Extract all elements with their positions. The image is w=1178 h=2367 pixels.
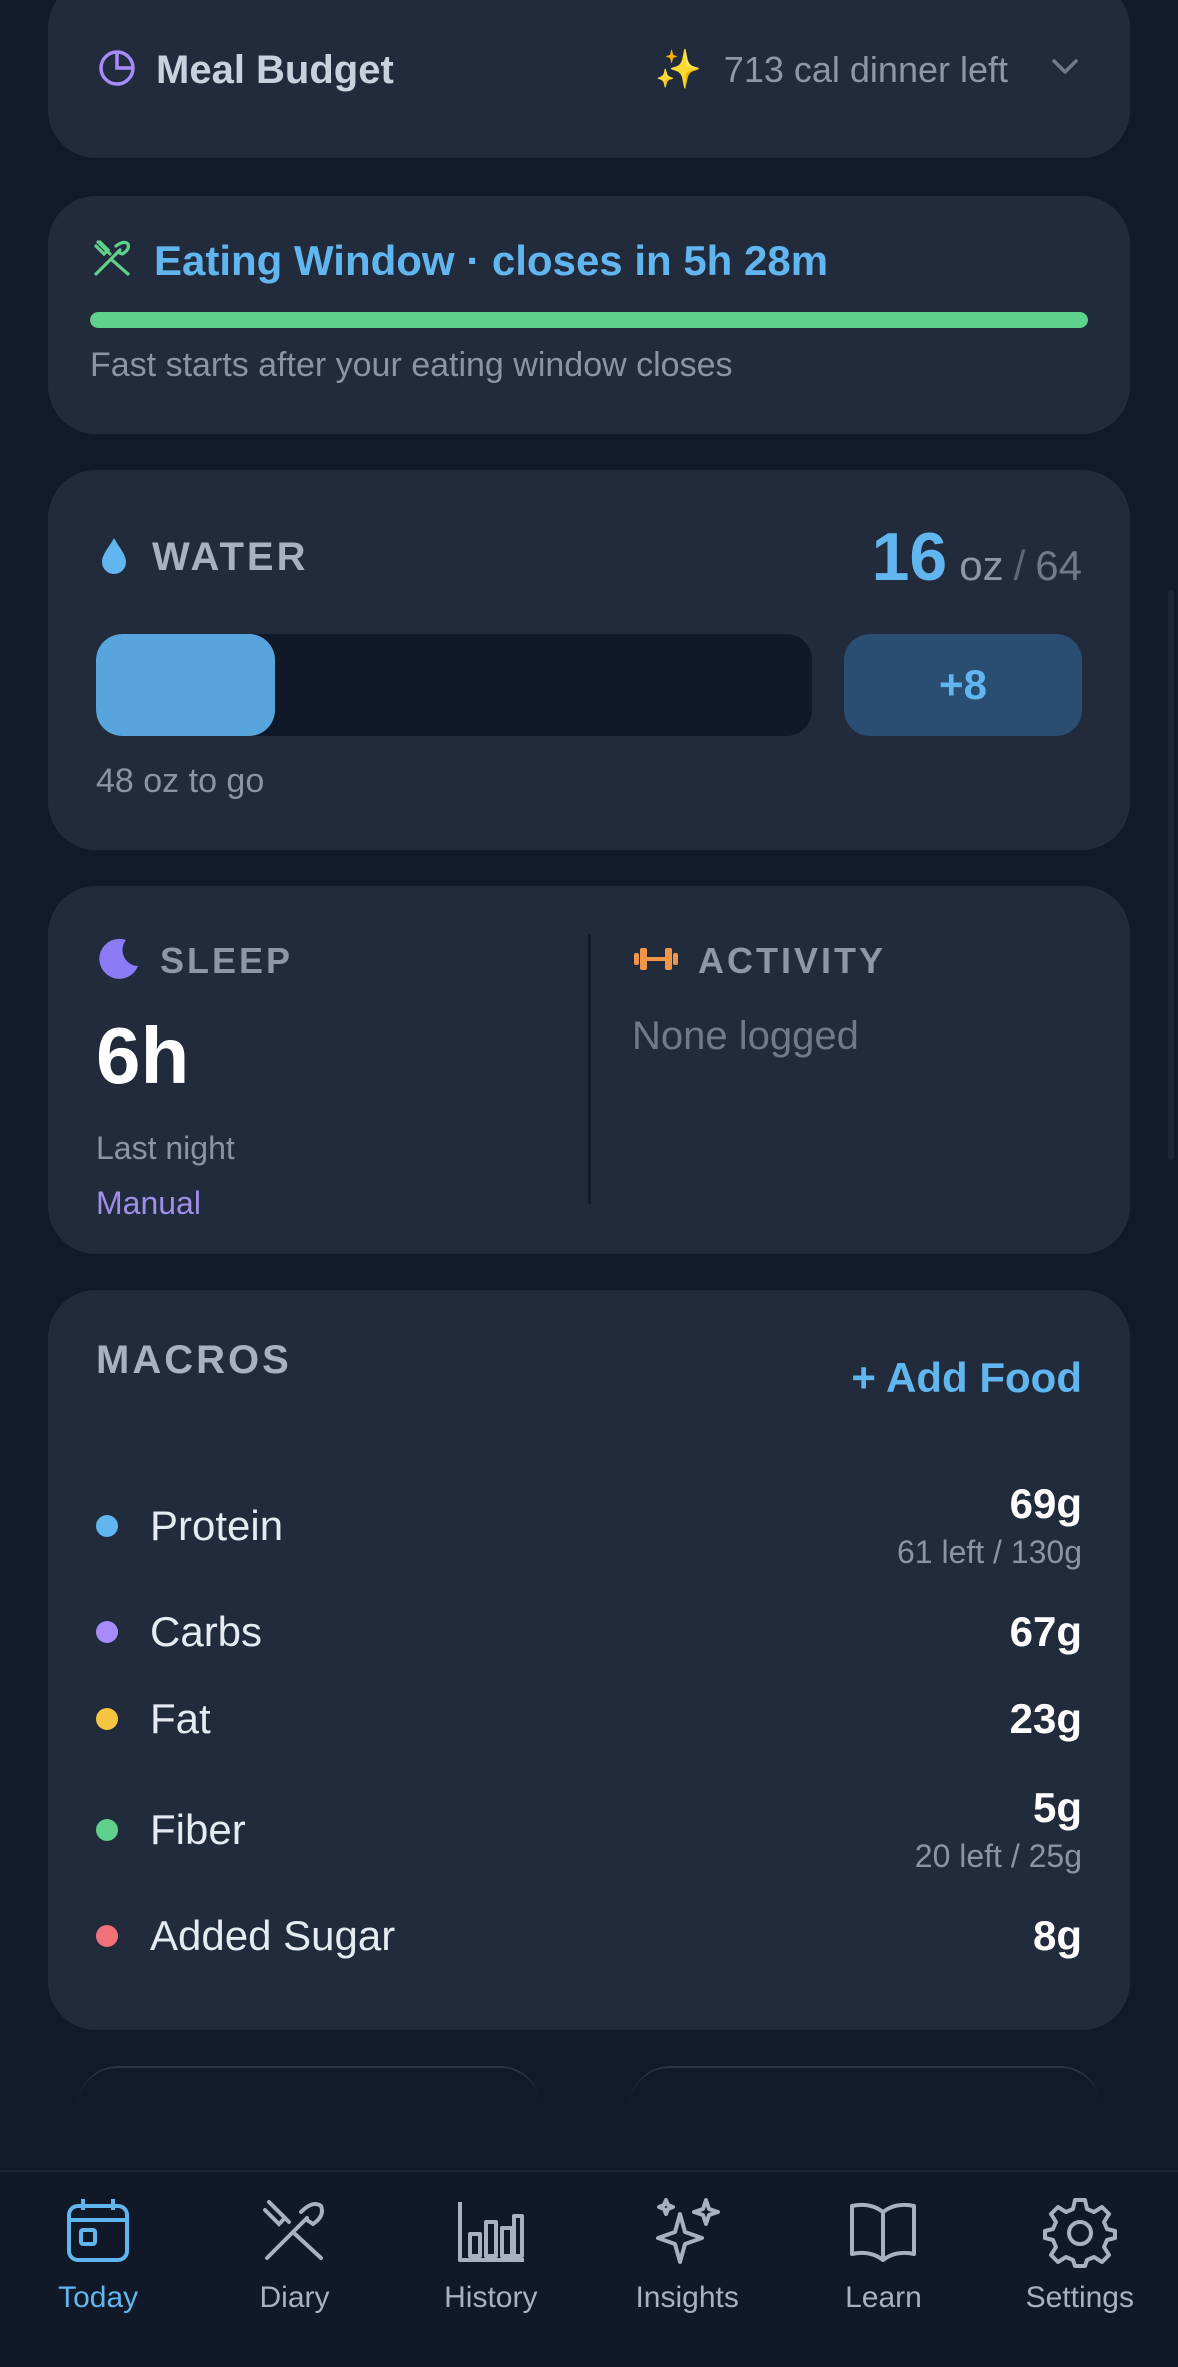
eating-window-title: Eating Window · closes in 5h 28m bbox=[154, 236, 829, 284]
meal-budget-summary: 713 cal dinner left bbox=[723, 49, 1008, 90]
bar-chart-icon bbox=[454, 2194, 528, 2273]
sleep-source: Manual bbox=[96, 1185, 201, 1221]
macro-row-carbs: Carbs 67g bbox=[96, 1608, 1082, 1656]
water-drop-icon bbox=[96, 534, 132, 581]
sleep-subtitle: Last night bbox=[96, 1130, 235, 1166]
tab-label: Today bbox=[58, 2281, 139, 2314]
sparkles-icon bbox=[650, 2194, 724, 2273]
activity-value: None logged bbox=[632, 1014, 859, 1058]
eating-window-card: Eating Window · closes in 5h 28m Fast st… bbox=[48, 196, 1130, 434]
activity-label: ACTIVITY bbox=[698, 940, 887, 981]
meal-budget-card[interactable]: Meal Budget ✨ 713 cal dinner left bbox=[48, 0, 1130, 158]
macro-value: 69g bbox=[1009, 1480, 1082, 1527]
tab-label: Insights bbox=[635, 2281, 739, 2314]
macro-row-added-sugar: Added Sugar 8g bbox=[96, 1912, 1082, 1960]
macro-value: 5g bbox=[1032, 1784, 1082, 1831]
macro-name: Carbs bbox=[150, 1608, 263, 1655]
sleep-section[interactable]: SLEEP 6h Last night Manual bbox=[96, 934, 576, 1222]
macro-value: 8g bbox=[1032, 1912, 1082, 1959]
water-progress-fill bbox=[96, 634, 275, 736]
next-card-left bbox=[78, 2066, 540, 2106]
macro-row-fiber: Fiber 5g 20 left / 25g bbox=[96, 1784, 1082, 1875]
carbs-dot bbox=[96, 1621, 118, 1643]
next-card-right bbox=[630, 2066, 1100, 2106]
water-label: WATER bbox=[152, 534, 309, 579]
add-food-button[interactable]: + Add Food bbox=[851, 1354, 1082, 1402]
water-card: WATER 16 oz / 64 +8 48 oz to go bbox=[48, 470, 1130, 850]
macro-name: Fiber bbox=[150, 1805, 246, 1853]
eating-window-subtitle: Fast starts after your eating window clo… bbox=[90, 346, 733, 384]
macro-value: 23g bbox=[1009, 1695, 1082, 1742]
macro-remaining: 20 left / 25g bbox=[914, 1838, 1082, 1874]
macro-name: Protein bbox=[150, 1501, 284, 1549]
eating-window-progress-fill bbox=[90, 312, 1088, 328]
activity-section[interactable]: ACTIVITY None logged bbox=[632, 934, 1092, 1059]
macro-name: Fat bbox=[150, 1695, 211, 1742]
tab-learn[interactable]: Learn bbox=[785, 2172, 981, 2367]
macro-value: 67g bbox=[1009, 1608, 1082, 1655]
tab-label: Learn bbox=[845, 2281, 922, 2314]
protein-dot bbox=[96, 1514, 118, 1537]
macro-remaining: 61 left / 130g bbox=[896, 1534, 1082, 1570]
fork-knife-icon bbox=[90, 236, 134, 285]
added-sugar-dot bbox=[96, 1925, 118, 1947]
tab-settings[interactable]: Settings bbox=[982, 2172, 1178, 2367]
dumbbell-icon bbox=[632, 944, 680, 979]
water-progress bbox=[96, 634, 812, 736]
macros-card: MACROS + Add Food Protein 69g 61 left / … bbox=[48, 1290, 1130, 2030]
scrollbar[interactable] bbox=[1168, 590, 1174, 1160]
pie-chart-icon bbox=[96, 47, 138, 94]
tab-bar: Today Diary History Insights Learn Setti… bbox=[0, 2170, 1178, 2367]
moon-icon bbox=[96, 936, 142, 987]
fork-knife-icon bbox=[257, 2194, 331, 2273]
macro-row-protein: Protein 69g 61 left / 130g bbox=[96, 1480, 1082, 1571]
tab-today[interactable]: Today bbox=[0, 2172, 196, 2367]
water-remaining: 48 oz to go bbox=[96, 762, 265, 800]
sleep-activity-card: SLEEP 6h Last night Manual ACTIVITY None… bbox=[48, 886, 1130, 1254]
water-current: 16 bbox=[871, 519, 948, 595]
tab-label: History bbox=[444, 2281, 538, 2314]
sparkle-icon: ✨ bbox=[654, 49, 702, 91]
macro-row-fat: Fat 23g bbox=[96, 1695, 1082, 1743]
book-icon bbox=[846, 2194, 920, 2273]
sleep-label: SLEEP bbox=[160, 940, 294, 981]
tab-label: Diary bbox=[259, 2281, 330, 2314]
macros-title: MACROS bbox=[96, 1338, 292, 1382]
water-separator: / bbox=[1013, 542, 1026, 589]
fat-dot bbox=[96, 1708, 118, 1730]
sleep-value: 6h bbox=[96, 1011, 190, 1100]
meal-budget-title: Meal Budget bbox=[156, 47, 394, 92]
fiber-dot bbox=[96, 1818, 118, 1841]
eating-window-progress bbox=[90, 312, 1088, 328]
tab-diary[interactable]: Diary bbox=[196, 2172, 392, 2367]
tab-history[interactable]: History bbox=[393, 2172, 589, 2367]
water-goal: 64 bbox=[1035, 542, 1082, 589]
water-unit: oz bbox=[959, 542, 1004, 589]
macro-name: Added Sugar bbox=[150, 1912, 396, 1959]
divider bbox=[588, 934, 591, 1204]
tab-label: Settings bbox=[1025, 2281, 1134, 2314]
gear-icon bbox=[1042, 2194, 1117, 2273]
calendar-icon bbox=[61, 2194, 135, 2273]
tab-insights[interactable]: Insights bbox=[589, 2172, 785, 2367]
add-water-button[interactable]: +8 bbox=[844, 634, 1082, 736]
chevron-down-icon[interactable] bbox=[1048, 49, 1082, 92]
